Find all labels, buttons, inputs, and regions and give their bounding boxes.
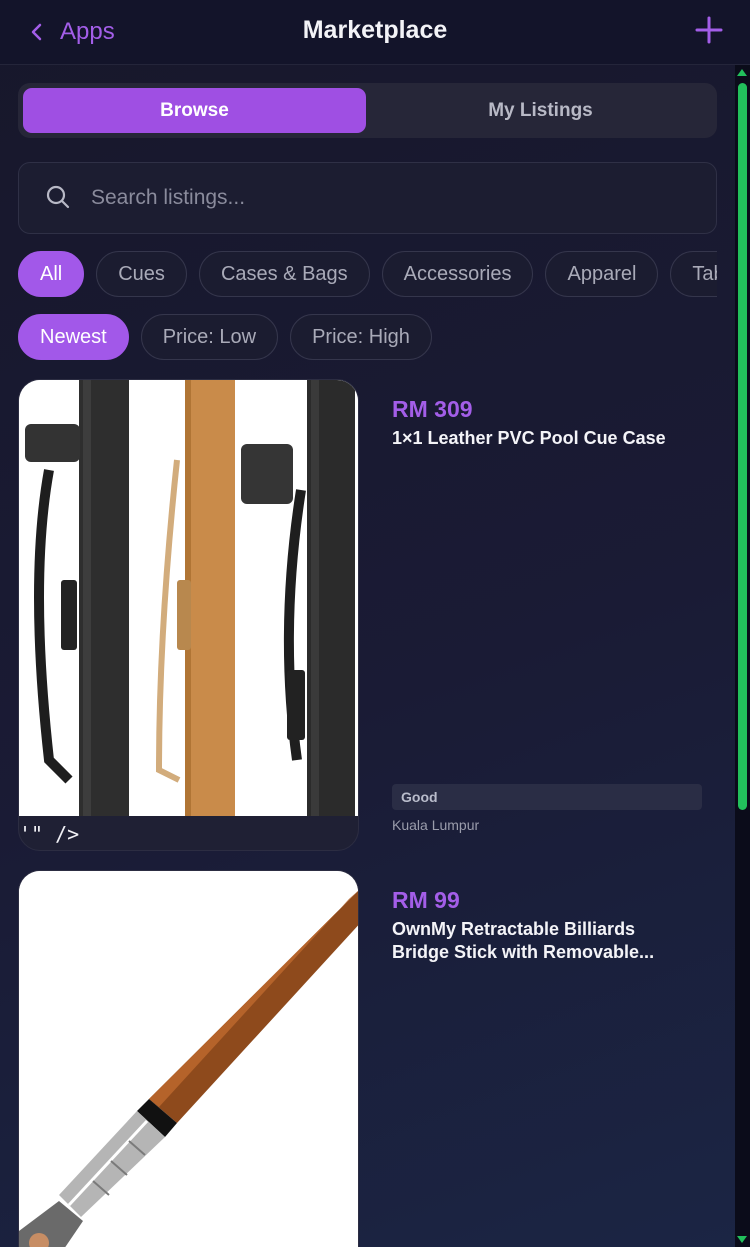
listing-title[interactable]: 1×1 Leather PVC Pool Cue Case [392, 427, 692, 450]
chip-category-cases-bags[interactable]: Cases & Bags [198, 251, 370, 297]
scrollbar-thumb[interactable] [738, 83, 747, 810]
listing-price: RM 309 [392, 396, 473, 422]
search-icon [46, 185, 70, 209]
chip-category-apparel[interactable]: Apparel [545, 251, 659, 297]
chip-category-tables[interactable]: Tabl [670, 251, 717, 297]
scroll-up-arrow-icon[interactable] [737, 69, 747, 76]
chip-sort-price-high[interactable]: Price: High [290, 314, 432, 360]
listing-location: Kuala Lumpur [392, 817, 480, 833]
listing-image [19, 871, 358, 1247]
search-input[interactable] [91, 177, 691, 219]
listing-card[interactable]: RM 99 OwnMy Retractable Billiards Bridge… [18, 870, 718, 1247]
page-title: Marketplace [302, 16, 448, 44]
listing-price: RM 99 [392, 887, 460, 913]
view-tabs: Browse My Listings [18, 83, 717, 138]
listing-thumbnail[interactable]: '" /> [18, 379, 359, 851]
chip-sort-price-low[interactable]: Price: Low [140, 314, 279, 360]
tab-my-listings[interactable]: My Listings [369, 88, 712, 133]
plus-icon [695, 16, 723, 44]
chip-category-all[interactable]: All [18, 251, 85, 297]
scroll-down-arrow-icon[interactable] [737, 1236, 747, 1243]
search-box [18, 162, 717, 234]
category-filter-row: AllCuesCases & BagsAccessoriesApparelTab… [18, 251, 717, 297]
condition-badge: Good [392, 784, 702, 810]
sort-filter-row: Newest Price: Low Price: High [18, 314, 717, 360]
listing-title[interactable]: OwnMy Retractable Billiards Bridge Stick… [392, 918, 692, 964]
image-fallback-text: '" /> [19, 822, 80, 846]
chip-sort-newest[interactable]: Newest [18, 314, 129, 360]
chip-category-cues[interactable]: Cues [96, 251, 187, 297]
scrollbar[interactable] [735, 65, 750, 1247]
app-header: Apps Marketplace [0, 0, 750, 65]
listing-image [19, 380, 358, 816]
tab-browse[interactable]: Browse [23, 88, 366, 133]
listing-card[interactable]: '" /> RM 309 1×1 Leather PVC Pool Cue Ca… [18, 379, 718, 851]
chip-category-accessories[interactable]: Accessories [381, 251, 534, 297]
listing-thumbnail[interactable] [18, 870, 359, 1247]
add-listing-button[interactable] [694, 15, 724, 45]
